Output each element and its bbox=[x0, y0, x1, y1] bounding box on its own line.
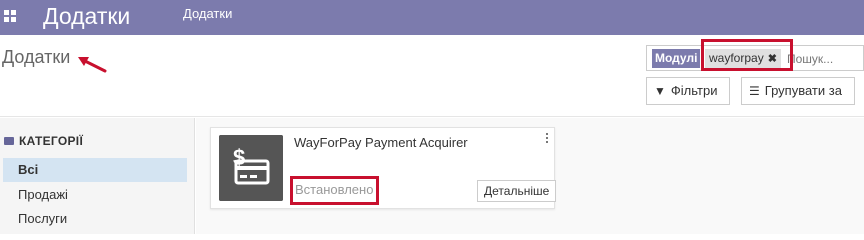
app-brand[interactable]: Додатки bbox=[43, 2, 130, 30]
filters-button[interactable]: ▼ Фільтри bbox=[646, 77, 730, 105]
annotation-highlight-search bbox=[701, 39, 793, 71]
page-title: Додатки bbox=[2, 47, 71, 67]
group-by-button[interactable]: ☰ Групувати за bbox=[741, 77, 855, 105]
apps-menu-icon[interactable] bbox=[4, 10, 16, 22]
group-by-label: Групувати за bbox=[764, 83, 842, 98]
annotation-highlight-status bbox=[290, 176, 379, 205]
top-navbar: Додатки Додатки bbox=[0, 0, 864, 35]
sidebar-item-services[interactable]: Послуги bbox=[3, 207, 187, 231]
list-icon: ☰ bbox=[749, 84, 760, 98]
sidebar-item-sales[interactable]: Продажі bbox=[3, 183, 187, 207]
payment-terminal-icon: $ bbox=[219, 135, 283, 201]
search-input[interactable] bbox=[787, 49, 862, 68]
card-menu-icon[interactable] bbox=[546, 133, 550, 145]
module-card[interactable]: $ WayForPay Payment Acquirer Встановлено… bbox=[210, 127, 557, 209]
sidebar-header-label: КАТЕГОРІЇ bbox=[19, 134, 84, 148]
filter-icon: ▼ bbox=[654, 84, 666, 98]
details-button[interactable]: Детальніше bbox=[477, 180, 557, 202]
sidebar-item-all[interactable]: Всі bbox=[3, 158, 187, 182]
module-title: WayForPay Payment Acquirer bbox=[294, 135, 468, 150]
annotation-arrow-icon bbox=[78, 57, 107, 73]
top-menu-item[interactable]: Додатки bbox=[183, 6, 232, 22]
search-facet-label: Модулі bbox=[652, 49, 701, 68]
folder-icon bbox=[4, 137, 14, 145]
filters-label: Фільтри bbox=[670, 83, 718, 98]
sidebar-header: КАТЕГОРІЇ bbox=[4, 134, 83, 148]
category-sidebar: КАТЕГОРІЇ Всі Продажі Послуги bbox=[0, 118, 195, 234]
